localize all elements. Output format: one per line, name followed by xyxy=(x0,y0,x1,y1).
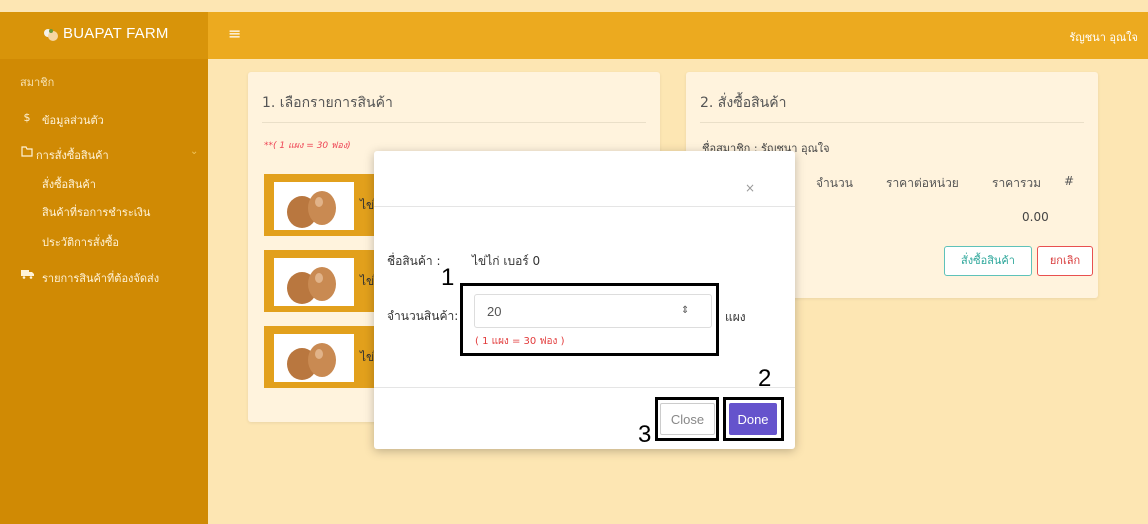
folder-open-icon xyxy=(20,146,34,160)
col-unit-price: ราคาต่อหน่วย xyxy=(886,176,959,190)
sidebar: สมาชิก $ ข้อมูลส่วนตัว การสั่งซื้อสินค้า… xyxy=(0,59,208,524)
dollar-icon: $ xyxy=(23,111,31,124)
quantity-label: จำนวนสินค้า: xyxy=(387,309,459,323)
place-order-button[interactable]: สั่งซื้อสินค้า xyxy=(944,246,1032,276)
quantity-modal: × ชื่อสินค้า : ไข่ไก่ เบอร์ 0 จำนวนสินค้… xyxy=(374,151,795,449)
brand-name: BUAPAT FARM xyxy=(63,25,169,42)
egg-image xyxy=(274,182,354,230)
sidebar-item-label: ข้อมูลส่วนตัว xyxy=(42,114,104,127)
highlight-box-2 xyxy=(723,397,784,441)
brand-area[interactable]: BUAPAT FARM xyxy=(0,12,208,59)
sidebar-item-label: การสั่งซื้อสินค้า xyxy=(36,149,109,162)
quantity-unit: แผง xyxy=(725,310,746,324)
highlight-box-1 xyxy=(460,283,719,356)
highlight-box-3 xyxy=(655,397,719,441)
sidebar-subitem-place-order[interactable]: สั่งซื้อสินค้า xyxy=(42,175,96,193)
col-action: # xyxy=(1064,174,1075,188)
chevron-down-icon: ⌄ xyxy=(190,146,199,157)
sidebar-subitem-order-history[interactable]: ประวัติการสั่งซื้อ xyxy=(42,233,119,251)
sidebar-item-label: รายการสินค้าที่ต้องจัดส่ง xyxy=(42,272,160,285)
hamburger-icon[interactable]: ≡ xyxy=(228,26,241,42)
divider xyxy=(374,387,795,388)
product-value: ไข่ไก่ เบอร์ 0 xyxy=(472,254,541,268)
egg-image xyxy=(274,334,354,382)
truck-icon xyxy=(20,269,34,282)
sidebar-subitem-pending-payment[interactable]: สินค้าที่รอการชำระเงิน xyxy=(42,203,150,221)
product-label: ชื่อสินค้า : xyxy=(387,254,441,268)
col-quantity: จำนวน xyxy=(816,176,853,190)
col-total-price: ราคารวม xyxy=(992,176,1042,190)
divider xyxy=(374,206,795,207)
annotation-number: 1 xyxy=(441,264,455,291)
annotation-number: 2 xyxy=(758,365,772,392)
sidebar-header: สมาชิก xyxy=(20,76,55,89)
cancel-order-button[interactable]: ยกเลิก xyxy=(1037,246,1093,276)
divider xyxy=(262,122,646,123)
user-name[interactable]: รัญชนา อุณใจ xyxy=(1069,28,1138,46)
egg-image xyxy=(274,258,354,306)
tray-note: **( 1 แผง = 30 ฟอง) xyxy=(264,141,351,151)
egg-logo-icon xyxy=(44,29,58,41)
top-navbar: BUAPAT FARM ≡ รัญชนา อุณใจ xyxy=(0,12,1148,59)
card-title: 2. สั่งซื้อสินค้า xyxy=(700,95,787,111)
annotation-number: 3 xyxy=(638,421,652,448)
card-title: 1. เลือกรายการสินค้า xyxy=(262,95,393,111)
close-icon[interactable]: × xyxy=(745,181,755,195)
order-total: 0.00 xyxy=(1022,210,1049,224)
divider xyxy=(700,122,1084,123)
